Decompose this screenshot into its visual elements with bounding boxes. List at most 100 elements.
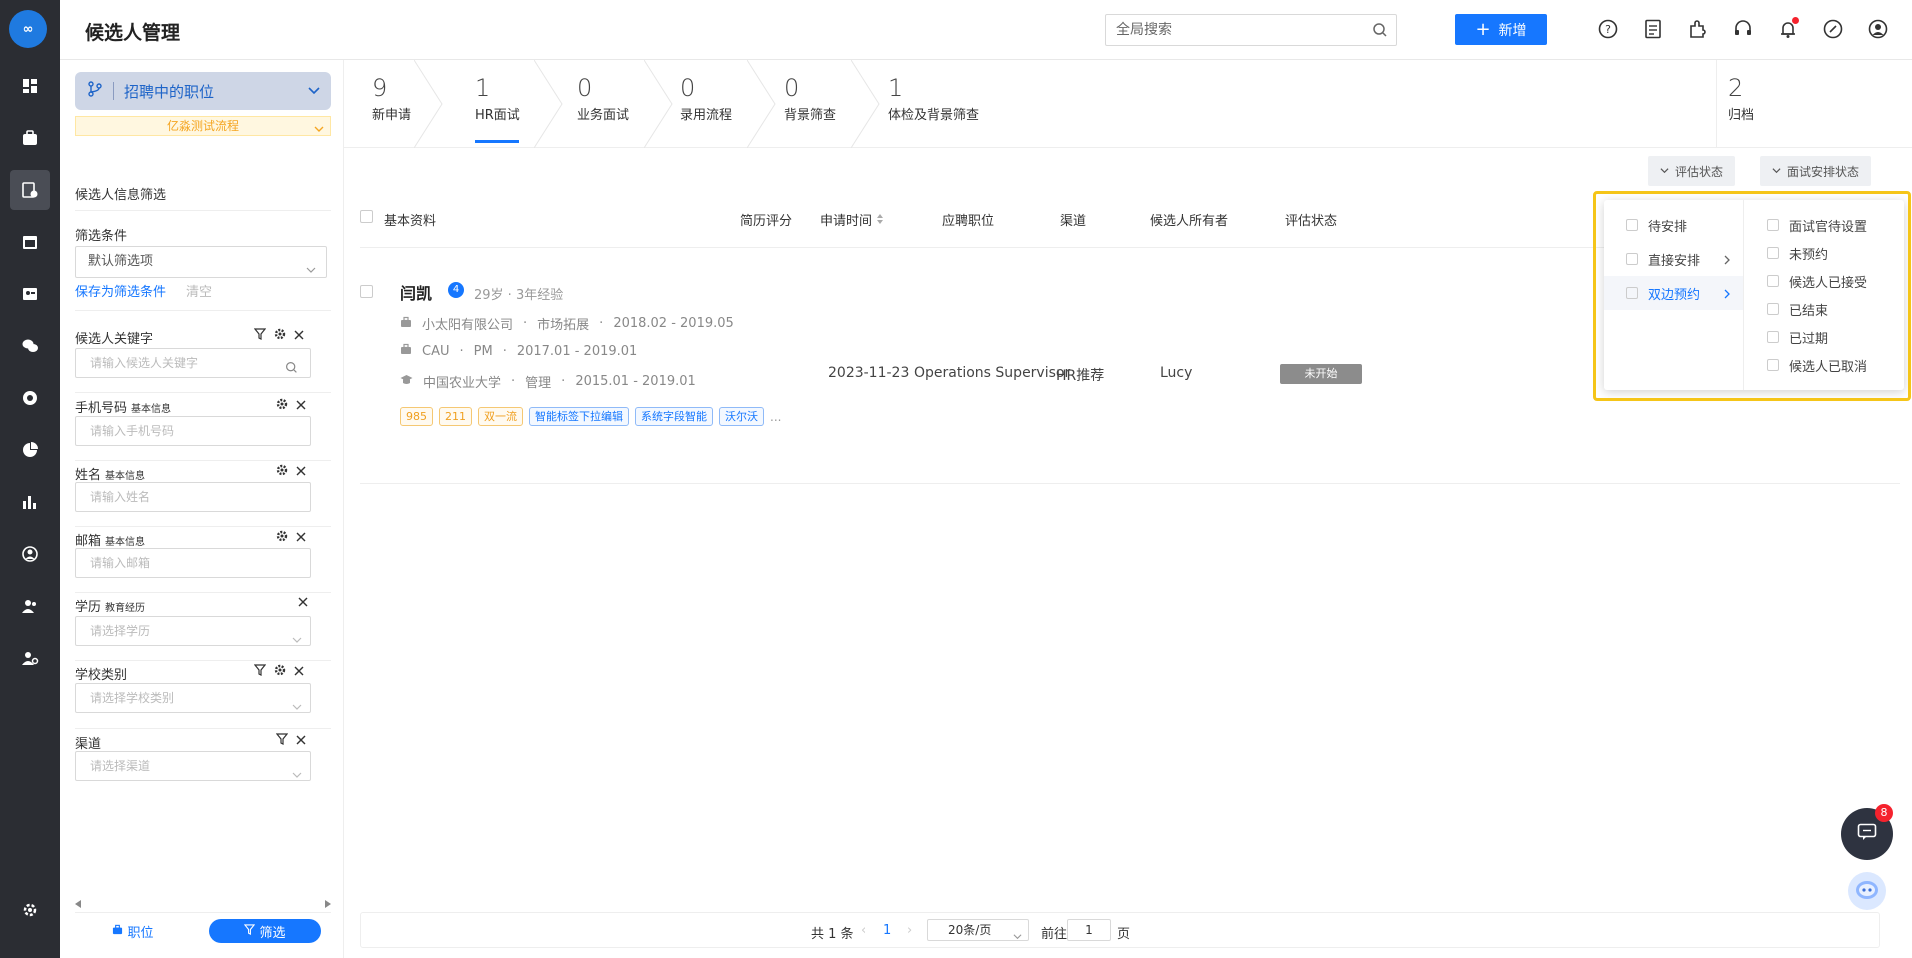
user-avatar-icon[interactable] bbox=[1866, 17, 1890, 41]
candidates-icon[interactable] bbox=[10, 170, 50, 210]
phone-input[interactable]: 请输入手机号码 bbox=[75, 416, 311, 446]
stage-bar: 9 新申请 1 HR面试 0 业务面试 0 录用流程 0 背景筛查 1 体检及背景筛查 2归… bbox=[344, 60, 1912, 148]
stage-business-interview[interactable]: 0 业务面试 bbox=[577, 74, 629, 123]
dashboard-icon[interactable] bbox=[10, 66, 50, 106]
global-search[interactable] bbox=[1105, 14, 1397, 46]
filter-icon[interactable] bbox=[275, 733, 289, 749]
tag[interactable]: 沃尔沃 bbox=[719, 407, 764, 426]
calendar-icon[interactable] bbox=[10, 222, 50, 262]
channel-select[interactable]: 请选择渠道 bbox=[75, 751, 311, 781]
user-settings-icon[interactable] bbox=[10, 638, 50, 678]
tab-filter[interactable]: 筛选 bbox=[209, 919, 321, 943]
header-apply-time[interactable]: 申请时间 bbox=[820, 210, 884, 229]
position-selector[interactable]: 招聘中的职位 bbox=[75, 72, 331, 110]
close-icon[interactable] bbox=[296, 734, 306, 749]
plus-icon: + bbox=[1475, 18, 1491, 40]
keyword-input[interactable]: 请输入候选人关键字 bbox=[75, 348, 311, 378]
plugin-icon[interactable] bbox=[1686, 17, 1710, 41]
position-cell: Operations Supervisor bbox=[914, 365, 1071, 381]
filter-icon[interactable] bbox=[253, 664, 267, 680]
close-icon[interactable] bbox=[294, 329, 304, 344]
briefcase-icon[interactable] bbox=[10, 118, 50, 158]
tags-more[interactable]: ... bbox=[770, 410, 781, 424]
assistant-bot-button[interactable] bbox=[1848, 872, 1886, 910]
top-header: 候选人管理 + 新增 ? bbox=[60, 0, 1912, 60]
link-icon[interactable] bbox=[1821, 17, 1845, 41]
close-icon[interactable] bbox=[296, 531, 306, 546]
header-resume-score[interactable]: 简历评分 bbox=[740, 210, 792, 229]
name-input[interactable]: 请输入姓名 bbox=[75, 482, 311, 512]
goto-page-input[interactable]: 1 bbox=[1067, 919, 1111, 941]
document-icon[interactable] bbox=[1641, 17, 1665, 41]
tag[interactable]: 211 bbox=[439, 407, 472, 426]
save-filter-link[interactable]: 保存为筛选条件 bbox=[75, 281, 166, 300]
chevron-down-icon bbox=[292, 694, 302, 722]
page-unit-label: 页 bbox=[1117, 927, 1131, 942]
profile-icon[interactable] bbox=[10, 534, 50, 574]
support-icon[interactable] bbox=[1731, 17, 1755, 41]
interview-status-column-button[interactable]: 面试安排状态 bbox=[1760, 156, 1872, 186]
stage-hr-interview[interactable]: 1 HR面试 bbox=[475, 74, 520, 143]
candidate-badge: 4 bbox=[448, 282, 464, 298]
page-size-select[interactable]: 20条/页 bbox=[927, 919, 1029, 941]
tag[interactable]: 双一流 bbox=[478, 407, 523, 426]
education-select[interactable]: 请选择学历 bbox=[75, 616, 311, 646]
target-icon[interactable] bbox=[10, 378, 50, 418]
clear-filter-link[interactable]: 清空 bbox=[186, 281, 212, 300]
close-icon[interactable] bbox=[298, 596, 308, 611]
interview-status-column-label: 面试安排状态 bbox=[1787, 164, 1860, 179]
stage-medical-background[interactable]: 1 体检及背景筛查 bbox=[888, 74, 979, 123]
team-icon[interactable] bbox=[10, 586, 50, 626]
name-input-placeholder: 请输入姓名 bbox=[90, 490, 151, 504]
gear-icon[interactable] bbox=[274, 664, 286, 680]
email-input[interactable]: 请输入邮箱 bbox=[75, 548, 311, 578]
message-icon bbox=[1857, 823, 1877, 845]
stage-new[interactable]: 9 新申请 bbox=[372, 74, 411, 123]
gear-icon[interactable] bbox=[276, 530, 288, 546]
prev-page-icon[interactable]: ‹ bbox=[861, 923, 866, 938]
eval-status-column-button[interactable]: 评估状态 bbox=[1648, 156, 1736, 186]
add-button[interactable]: + 新增 bbox=[1455, 14, 1547, 45]
email-input-placeholder: 请输入邮箱 bbox=[90, 556, 151, 570]
chat-icon[interactable] bbox=[10, 326, 50, 366]
id-card-icon[interactable] bbox=[10, 274, 50, 314]
filter-icon[interactable] bbox=[253, 328, 267, 344]
conditions-select[interactable]: 默认筛选项 bbox=[75, 246, 327, 278]
candidate-name[interactable]: 闫凯 bbox=[400, 280, 432, 304]
phone-filter-label: 手机号码 基本信息 bbox=[75, 401, 172, 416]
tag[interactable]: 系统字段智能 bbox=[635, 407, 713, 426]
flow-selector[interactable]: 亿淼测试流程 bbox=[75, 116, 331, 136]
horizontal-scrollbar[interactable] bbox=[75, 898, 331, 908]
page-size-value: 20条/页 bbox=[948, 923, 992, 937]
stage-offer[interactable]: 0 录用流程 bbox=[680, 74, 732, 123]
tag[interactable]: 智能标签下拉编辑 bbox=[529, 407, 629, 426]
pie-chart-icon[interactable] bbox=[10, 430, 50, 470]
gear-icon[interactable] bbox=[274, 328, 286, 344]
stage-archive[interactable]: 2 归档 bbox=[1728, 74, 1754, 123]
tag[interactable]: 985 bbox=[400, 407, 433, 426]
gear-icon[interactable] bbox=[276, 398, 288, 414]
close-icon[interactable] bbox=[296, 465, 306, 480]
pagination-total: 共 1 条 bbox=[811, 927, 854, 942]
stage-background-check[interactable]: 0 背景筛查 bbox=[784, 74, 836, 123]
global-search-input[interactable] bbox=[1106, 15, 1356, 45]
close-icon[interactable] bbox=[294, 665, 304, 680]
chevron-down-icon bbox=[314, 121, 324, 139]
gear-icon[interactable] bbox=[276, 464, 288, 480]
gear-icon[interactable] bbox=[10, 890, 50, 930]
search-icon[interactable] bbox=[1372, 22, 1388, 42]
bell-icon[interactable] bbox=[1776, 17, 1800, 41]
sort-icon[interactable] bbox=[876, 214, 884, 229]
tab-positions[interactable]: 职位 bbox=[77, 919, 189, 943]
close-icon[interactable] bbox=[296, 399, 306, 414]
next-page-icon[interactable]: › bbox=[907, 923, 912, 938]
chat-button[interactable]: 8 bbox=[1841, 804, 1893, 860]
school-type-select[interactable]: 请选择学校类别 bbox=[75, 683, 311, 713]
phone-input-placeholder: 请输入手机号码 bbox=[90, 424, 175, 438]
row-checkbox[interactable] bbox=[360, 285, 373, 298]
help-icon[interactable]: ? bbox=[1596, 17, 1620, 41]
select-all-checkbox[interactable] bbox=[360, 210, 373, 223]
page-number[interactable]: 1 bbox=[883, 923, 891, 938]
logo[interactable]: ∞ bbox=[9, 10, 47, 48]
bar-chart-icon[interactable] bbox=[10, 482, 50, 522]
